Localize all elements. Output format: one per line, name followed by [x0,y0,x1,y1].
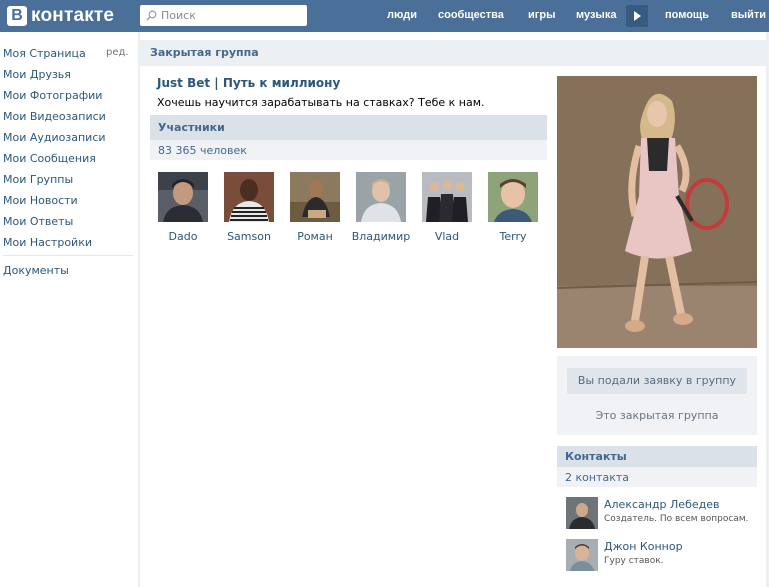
member-card[interactable]: Terry [480,172,546,243]
nav-games[interactable]: игры [528,9,555,21]
members-heading: Участники [158,121,225,134]
members-header[interactable]: Участники [150,115,547,140]
group-type-label: Закрытая группа [150,46,259,59]
menu-messages[interactable]: Мои Сообщения [3,152,96,165]
nav-logout[interactable]: выйти [731,9,766,21]
person-photo-icon [488,172,538,222]
contact-role: Создатель. По всем вопросам. [604,514,749,524]
menu-news[interactable]: Мои Новости [3,194,78,207]
group-title: Just Bet | Путь к миллиону [157,76,341,90]
menu-answers[interactable]: Мои Ответы [3,215,73,228]
contact-role: Гуру ставок. [604,556,664,566]
menu-documents[interactable]: Документы [3,264,69,277]
group-cover-photo[interactable] [557,76,757,348]
logo-letter: В [7,6,27,26]
contact-avatar[interactable] [566,497,598,529]
menu-friends[interactable]: Мои Друзья [3,68,71,81]
member-name[interactable]: Роман [282,230,348,243]
members-count: 83 365 человек [158,144,247,157]
member-card[interactable]: Samson [216,172,282,243]
play-icon [634,11,641,21]
nav-music[interactable]: музыка [576,9,616,21]
closed-group-note: Это закрытая группа [595,409,719,422]
menu-divider [3,255,133,256]
contact-name[interactable]: Александр Лебедев [604,498,719,511]
nav-people[interactable]: люди [387,9,417,21]
contacts-count-bar: 2 контакта [557,467,757,487]
search-input[interactable] [161,9,301,22]
menu-groups[interactable]: Мои Группы [3,173,73,186]
member-card[interactable]: Роман [282,172,348,243]
top-bar: В контакте люди сообщества игры музыка п… [0,0,769,32]
menu-settings[interactable]: Мои Настройки [3,236,92,249]
join-request-panel: Вы подали заявку в группу Это закрытая г… [557,356,757,435]
contacts-header[interactable]: Контакты [557,446,757,467]
contact-avatar[interactable] [566,539,598,571]
edit-link[interactable]: ред. [106,47,129,58]
member-avatar[interactable] [158,172,208,222]
menu-my-page[interactable]: Моя Страница [3,47,86,60]
member-name[interactable]: Vlad [414,230,480,243]
search-box[interactable] [140,5,307,26]
person-photo-icon [566,497,598,529]
contact-name[interactable]: Джон Коннор [604,540,683,553]
play-button[interactable] [626,5,648,27]
member-card[interactable]: Vlad [414,172,480,243]
member-name[interactable]: Terry [480,230,546,243]
member-avatar[interactable] [422,172,472,222]
person-photo-icon [566,539,598,571]
nav-communities[interactable]: сообщества [438,9,504,21]
group-description: Хочешь научится зарабатывать на ставках?… [157,96,485,109]
members-count-bar: 83 365 человек [150,140,547,160]
contact-item: Александр Лебедев Создатель. По всем воп… [566,497,756,529]
search-icon [146,10,157,21]
member-card[interactable]: Владимир [348,172,414,243]
person-photo-icon [224,172,274,222]
menu-audio[interactable]: Мои Аудиозаписи [3,131,106,144]
member-name[interactable]: Dado [150,230,216,243]
group-photo-icon [422,172,472,222]
contacts-heading: Контакты [565,450,627,463]
contacts-count: 2 контакта [565,471,630,484]
menu-videos[interactable]: Мои Видеозаписи [3,110,106,123]
logo-text: контакте [31,5,115,26]
member-name[interactable]: Samson [216,230,282,243]
group-type-strip: Закрытая группа [140,40,766,66]
member-avatar[interactable] [290,172,340,222]
vk-logo[interactable]: В контакте [7,5,114,27]
person-photo-icon [158,172,208,222]
member-avatar[interactable] [224,172,274,222]
member-avatar[interactable] [356,172,406,222]
member-card[interactable]: Dado [150,172,216,243]
person-photo-icon [290,172,340,222]
nav-help[interactable]: помощь [665,9,709,21]
member-avatar[interactable] [488,172,538,222]
cover-photo-icon [557,76,757,348]
content-left-border [138,32,140,587]
member-name[interactable]: Владимир [348,230,414,243]
request-sent-button[interactable]: Вы подали заявку в группу [567,368,747,394]
menu-photos[interactable]: Мои Фотографии [3,89,102,102]
person-photo-icon [356,172,406,222]
contact-item: Джон Коннор Гуру ставок. [566,539,756,571]
